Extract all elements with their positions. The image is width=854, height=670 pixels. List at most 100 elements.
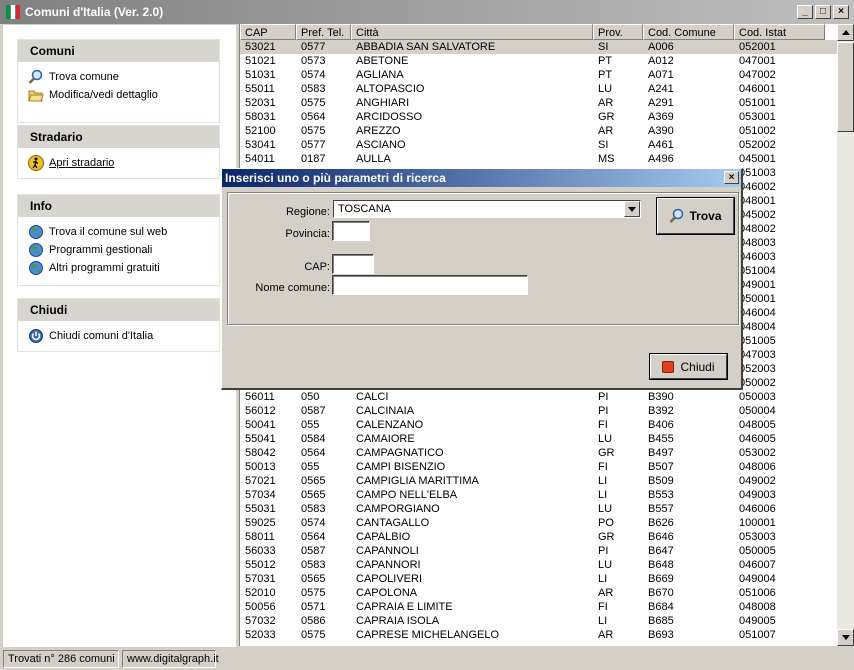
cell-cap: 59025 xyxy=(245,517,276,529)
cell-cod-istat: 045001 xyxy=(739,153,776,165)
sidebar-item-programmi-gestionali[interactable]: Programmi gestionali xyxy=(18,241,219,259)
table-row[interactable]: 50013 055 CAMPI BISENZIO FI B507 048006 xyxy=(240,460,837,474)
cell-cod-istat: 046002 xyxy=(739,181,776,193)
sidebar-item-apri-stradario[interactable]: Apri stradario xyxy=(18,154,219,172)
regione-select[interactable]: TOSCANA xyxy=(333,200,641,218)
table-row[interactable]: 52031 0575 ANGHIARI AR A291 051001 xyxy=(240,96,837,110)
table-row[interactable]: 51031 0574 AGLIANA PT A071 047002 xyxy=(240,68,837,82)
cell-pref-tel: 0586 xyxy=(301,615,326,627)
cell-prov: PI xyxy=(598,545,609,557)
table-row[interactable]: 50056 0571 CAPRAIA E LIMITE FI B684 048008 xyxy=(240,600,837,614)
cell-cap: 52031 xyxy=(245,97,276,109)
cell-prov: GR xyxy=(598,111,615,123)
cell-pref-tel: 0564 xyxy=(301,531,326,543)
table-row[interactable]: 50041 055 CALENZANO FI B406 048005 xyxy=(240,418,837,432)
cell-citta: CAMPI BISENZIO xyxy=(356,461,446,473)
pedestrian-icon xyxy=(28,155,44,171)
table-row[interactable]: 52010 0575 CAPOLONA AR B670 051006 xyxy=(240,586,837,600)
cap-input[interactable] xyxy=(332,254,374,274)
table-row[interactable]: 57034 0565 CAMPO NELL'ELBA LI B553 049003 xyxy=(240,488,837,502)
table-row[interactable]: 56012 0587 CALCINAIA PI B392 050004 xyxy=(240,404,837,418)
table-row[interactable]: 56033 0587 CAPANNOLI PI B647 050005 xyxy=(240,544,837,558)
vertical-scrollbar[interactable] xyxy=(837,24,854,646)
cell-prov: LU xyxy=(598,433,613,445)
cell-citta: AREZZO xyxy=(356,125,401,137)
maximize-button[interactable]: □ xyxy=(815,5,831,19)
minimize-button[interactable]: _ xyxy=(797,5,813,19)
cell-prov: PT xyxy=(598,69,613,81)
cell-cod-istat: 051006 xyxy=(739,587,776,599)
column-header-citta[interactable]: Città xyxy=(351,24,593,40)
cell-cod-comune: B392 xyxy=(648,405,674,417)
cell-cap: 58011 xyxy=(245,531,275,543)
sidebar-item-altri-programmi[interactable]: Altri programmi gratuiti xyxy=(18,259,219,277)
cell-cap: 56033 xyxy=(245,545,276,557)
scroll-up-button[interactable] xyxy=(837,24,854,41)
column-header-cod-istat[interactable]: Cod. Istat xyxy=(734,24,825,40)
close-button[interactable]: × xyxy=(833,5,849,19)
table-row[interactable]: 58011 0564 CAPALBIO GR B646 053003 xyxy=(240,530,837,544)
table-row[interactable]: 52100 0575 AREZZO AR A390 051002 xyxy=(240,124,837,138)
column-header-prov[interactable]: Prov. xyxy=(593,24,643,40)
cell-cod-comune: B390 xyxy=(648,391,674,403)
cell-citta: AULLA xyxy=(356,153,391,165)
cell-cod-comune: A496 xyxy=(648,153,674,165)
table-row[interactable]: 54011 0187 AULLA MS A496 045001 xyxy=(240,152,837,166)
globe-icon xyxy=(28,224,44,240)
grid-header: CAP Pref. Tel. Città Prov. Cod. Comune C… xyxy=(240,24,837,40)
scroll-thumb[interactable] xyxy=(837,42,854,132)
cell-cod-istat: 053002 xyxy=(739,447,776,459)
table-row[interactable]: 59025 0574 CANTAGALLO PO B626 100001 xyxy=(240,516,837,530)
cell-cod-istat: 052002 xyxy=(739,139,776,151)
cell-cod-istat: 052003 xyxy=(739,363,776,375)
dialog-close-button[interactable]: × xyxy=(724,171,739,184)
table-row[interactable]: 55031 0583 CAMPORGIANO LU B557 046006 xyxy=(240,502,837,516)
sidebar-item-trova-web[interactable]: Trova il comune sul web xyxy=(18,223,219,241)
cell-prov: AR xyxy=(598,587,614,599)
table-row[interactable]: 57032 0586 CAPRAIA ISOLA LI B685 049005 xyxy=(240,614,837,628)
cell-cap: 52033 xyxy=(245,629,276,641)
table-row[interactable]: 55011 0583 ALTOPASCIO LU A241 046001 xyxy=(240,82,837,96)
table-row[interactable]: 56011 050 CALCI PI B390 050003 xyxy=(240,390,837,404)
column-header-cap[interactable]: CAP xyxy=(240,24,296,40)
table-row[interactable]: 53041 0577 ASCIANO SI A461 052002 xyxy=(240,138,837,152)
sidebar-item-chiudi-app[interactable]: Chiudi comuni d'Italia xyxy=(18,327,219,345)
chiudi-button[interactable]: Chiudi xyxy=(649,353,728,380)
table-row[interactable]: 58042 0564 CAMPAGNATICO GR B497 053002 xyxy=(240,446,837,460)
magnifier-icon xyxy=(28,69,44,85)
cell-prov: FI xyxy=(598,419,608,431)
dialog-title-bar: Inserisci uno o più parametri di ricerca… xyxy=(222,169,741,187)
cell-cod-comune: B406 xyxy=(648,419,674,431)
column-header-pref-tel[interactable]: Pref. Tel. xyxy=(296,24,351,40)
chevron-down-icon[interactable] xyxy=(624,201,640,217)
sidebar-item-trova-comune[interactable]: Trova comune xyxy=(18,68,219,86)
table-row[interactable]: 55012 0583 CAPANNORI LU B648 046007 xyxy=(240,558,837,572)
table-row[interactable]: 55041 0584 CAMAIORE LU B455 046005 xyxy=(240,432,837,446)
cell-cod-istat: 051004 xyxy=(739,265,776,277)
window-title: Comuni d'Italia (Ver. 2.0) xyxy=(25,5,164,19)
table-row[interactable]: 58031 0564 ARCIDOSSO GR A369 053001 xyxy=(240,110,837,124)
nome-comune-input[interactable] xyxy=(332,275,528,295)
provincia-input[interactable] xyxy=(332,221,370,241)
cell-cod-comune: B669 xyxy=(648,573,674,585)
cell-pref-tel: 0565 xyxy=(301,475,326,487)
cell-citta: CAPRAIA E LIMITE xyxy=(356,601,453,613)
cell-prov: GR xyxy=(598,447,615,459)
table-row[interactable]: 52033 0575 CAPRESE MICHELANGELO AR B693 05100… xyxy=(240,628,837,642)
cell-cod-istat: 048006 xyxy=(739,461,776,473)
cell-pref-tel: 050 xyxy=(301,391,320,403)
table-row[interactable]: 57031 0565 CAPOLIVERI LI B669 049004 xyxy=(240,572,837,586)
sidebar-item-modifica[interactable]: Modifica/vedi dettaglio xyxy=(18,86,219,104)
cell-prov: LU xyxy=(598,83,613,95)
column-header-cod-comune[interactable]: Cod. Comune xyxy=(643,24,734,40)
cell-cap: 55031 xyxy=(245,503,276,515)
table-row[interactable]: 51021 0573 ABETONE PT A012 047001 xyxy=(240,54,837,68)
table-row[interactable]: 57021 0565 CAMPIGLIA MARITTIMA LI B509 049002 xyxy=(240,474,837,488)
cell-cod-istat: 048003 xyxy=(739,237,776,249)
trova-button[interactable]: Trova xyxy=(656,197,735,235)
table-row[interactable]: 53021 0577 ABBADIA SAN SALVATORE SI A006 0520… xyxy=(240,40,837,54)
cell-pref-tel: 0187 xyxy=(301,153,326,165)
scroll-down-button[interactable] xyxy=(837,629,854,646)
cell-citta: CAMPO NELL'ELBA xyxy=(356,489,458,501)
cell-cod-comune: B646 xyxy=(648,531,674,543)
